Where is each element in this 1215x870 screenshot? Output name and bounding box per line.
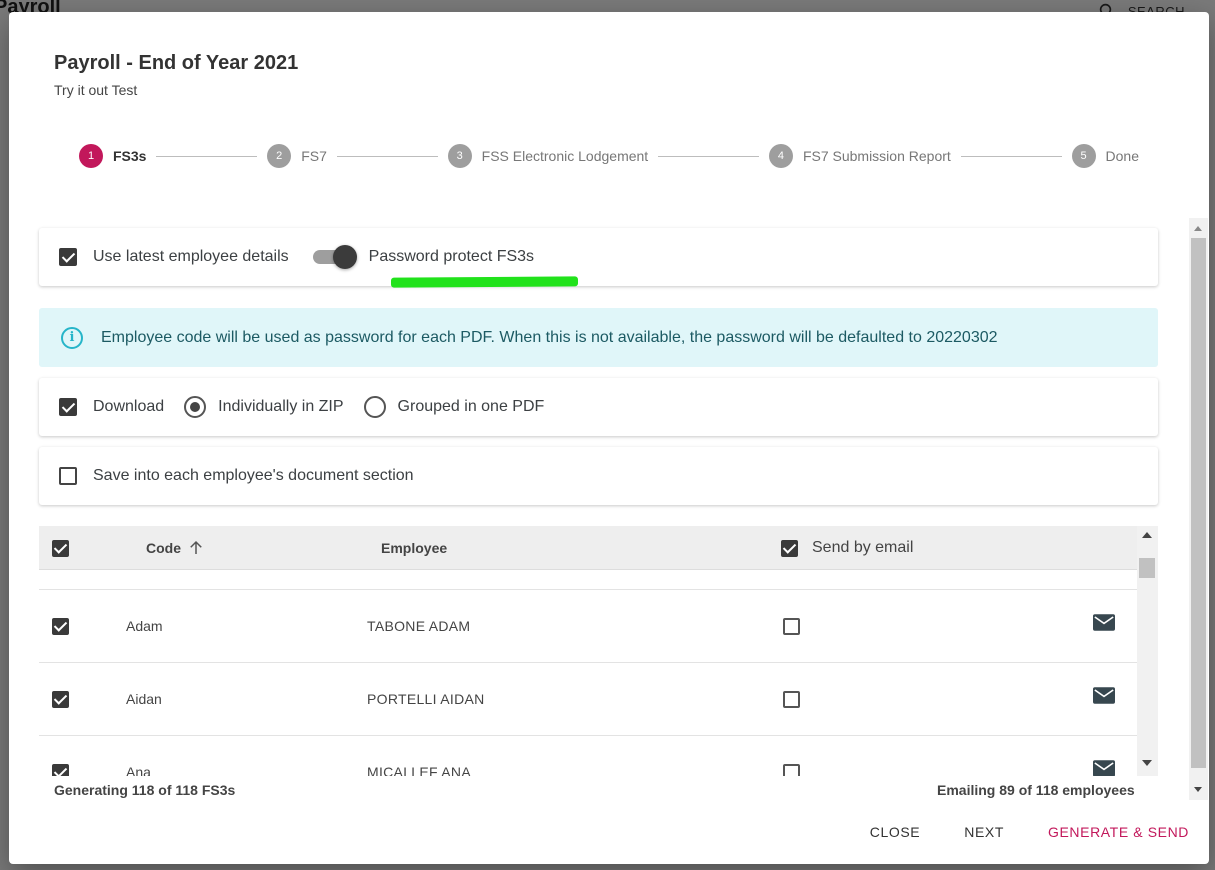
scroll-up-arrow[interactable] xyxy=(1142,532,1152,538)
employees-table: Code Employee Send by email Adam TABONE … xyxy=(39,526,1158,776)
step-connector xyxy=(336,155,438,157)
scroll-down-arrow[interactable] xyxy=(1194,787,1202,792)
row-select-cell xyxy=(52,736,69,776)
row-select-checkbox[interactable] xyxy=(52,690,69,708)
save-document-label: Save into each employee's document secti… xyxy=(93,467,414,484)
password-protect-toggle[interactable] xyxy=(311,245,357,269)
step-connector xyxy=(156,155,258,157)
row-select-cell xyxy=(52,663,69,735)
scroll-down-arrow[interactable] xyxy=(1142,760,1152,766)
stepper: 1 FS3s 2 FS7 3 FSS Electronic Lodgement … xyxy=(79,143,1139,169)
row-mail-cell xyxy=(1093,663,1115,735)
grouped-pdf-radio[interactable] xyxy=(363,396,386,418)
generate-send-button[interactable]: GENERATE & SEND xyxy=(1026,816,1189,848)
dialog-subtitle: Try it out Test xyxy=(54,82,138,98)
send-email-column-header: Send by email xyxy=(781,526,913,570)
row-select-checkbox[interactable] xyxy=(52,763,69,776)
row-email-cell xyxy=(783,663,800,735)
row-employee: MICALLEF ANA xyxy=(367,764,471,776)
password-protect-label: Password protect FS3s xyxy=(368,248,535,265)
emailing-status: Emailing 89 of 118 employees xyxy=(937,782,1135,798)
use-latest-checkbox[interactable] xyxy=(59,248,77,266)
password-info-banner: i Employee code will be used as password… xyxy=(39,308,1158,367)
table-body: Adam TABONE ADAM Aidan PORTELLI AIDAN An… xyxy=(39,570,1137,776)
step-connector xyxy=(960,155,1062,157)
row-email-checkbox[interactable] xyxy=(783,617,800,635)
scroll-thumb[interactable] xyxy=(1139,558,1155,578)
grouped-pdf-label: Grouped in one PDF xyxy=(397,398,545,415)
step-label: FSS Electronic Lodgement xyxy=(481,148,649,164)
end-of-year-dialog: Payroll - End of Year 2021 Try it out Te… xyxy=(9,12,1209,864)
mail-icon[interactable] xyxy=(1093,760,1115,776)
dialog-scrollbar[interactable] xyxy=(1189,218,1208,800)
code-header-label: Code xyxy=(146,540,181,556)
step-label: FS7 xyxy=(301,148,327,164)
row-select-cell xyxy=(52,590,69,662)
send-email-header-label: Send by email xyxy=(812,539,914,556)
next-button[interactable]: NEXT xyxy=(942,816,1026,848)
row-code: Ana xyxy=(126,764,151,776)
employee-details-card: Use latest employee details Password pro… xyxy=(39,228,1158,288)
dialog-title: Payroll - End of Year 2021 xyxy=(54,52,299,74)
step-number: 1 xyxy=(79,144,103,168)
row-email-checkbox[interactable] xyxy=(783,763,800,776)
individually-zip-radio[interactable] xyxy=(184,396,207,418)
row-code: Aidan xyxy=(126,691,162,707)
table-scrollbar[interactable] xyxy=(1137,526,1158,776)
row-email-checkbox[interactable] xyxy=(783,690,800,708)
table-row[interactable]: Ana MICALLEF ANA xyxy=(39,735,1137,776)
download-card: Download Individually in ZIP Grouped in … xyxy=(39,378,1158,436)
highlight-annotation xyxy=(390,276,579,288)
step-connector xyxy=(658,155,759,157)
step-fss-electronic-lodgement[interactable]: 3 FSS Electronic Lodgement xyxy=(447,144,649,168)
dialog-actions: CLOSE NEXT GENERATE & SEND xyxy=(848,816,1189,848)
step-label: Done xyxy=(1105,148,1139,164)
step-fs3s[interactable]: 1 FS3s xyxy=(79,144,146,168)
step-number: 2 xyxy=(267,144,292,168)
individually-zip-label: Individually in ZIP xyxy=(218,398,344,415)
save-document-card: Save into each employee's document secti… xyxy=(39,447,1158,505)
generating-status: Generating 118 of 118 FS3s xyxy=(54,782,236,798)
table-header: Code Employee Send by email xyxy=(39,526,1137,570)
toggle-thumb xyxy=(332,245,357,269)
row-email-cell xyxy=(783,590,800,662)
row-employee: PORTELLI AIDAN xyxy=(367,691,485,707)
row-mail-cell xyxy=(1093,736,1115,776)
scroll-up-arrow[interactable] xyxy=(1194,226,1202,231)
step-label: FS7 Submission Report xyxy=(802,148,951,164)
download-label: Download xyxy=(93,398,165,415)
dialog-content: Use latest employee details Password pro… xyxy=(39,228,1159,776)
mail-icon[interactable] xyxy=(1093,687,1115,704)
info-icon: i xyxy=(61,326,83,349)
arrow-up-icon xyxy=(190,540,202,554)
row-code: Adam xyxy=(126,618,163,634)
table-row[interactable]: Adam TABONE ADAM xyxy=(39,589,1137,662)
info-text: Employee code will be used as password f… xyxy=(101,328,998,346)
select-all-checkbox[interactable] xyxy=(52,539,69,557)
employee-column-header[interactable]: Employee xyxy=(381,526,447,570)
row-select-checkbox[interactable] xyxy=(52,617,69,635)
employee-header-label: Employee xyxy=(381,540,448,556)
row-mail-cell xyxy=(1093,590,1115,662)
step-label: FS3s xyxy=(113,148,147,164)
download-checkbox[interactable] xyxy=(59,398,77,416)
step-done[interactable]: 5 Done xyxy=(1071,144,1139,168)
row-email-cell xyxy=(783,736,800,776)
step-fs7-submission-report[interactable]: 4 FS7 Submission Report xyxy=(768,144,951,168)
step-number: 5 xyxy=(1071,144,1096,168)
save-document-checkbox[interactable] xyxy=(59,467,77,485)
use-latest-label: Use latest employee details xyxy=(93,248,289,265)
select-all-cell xyxy=(52,526,69,570)
code-column-header[interactable]: Code xyxy=(146,526,205,570)
step-number: 4 xyxy=(768,144,793,168)
close-button[interactable]: CLOSE xyxy=(848,816,942,848)
row-employee: TABONE ADAM xyxy=(367,618,471,634)
scroll-thumb[interactable] xyxy=(1191,238,1206,768)
step-number: 3 xyxy=(447,144,472,168)
table-row[interactable]: Aidan PORTELLI AIDAN xyxy=(39,662,1137,735)
step-fs7[interactable]: 2 FS7 xyxy=(267,144,327,168)
send-email-all-checkbox[interactable] xyxy=(781,539,798,557)
mail-icon[interactable] xyxy=(1093,614,1115,631)
